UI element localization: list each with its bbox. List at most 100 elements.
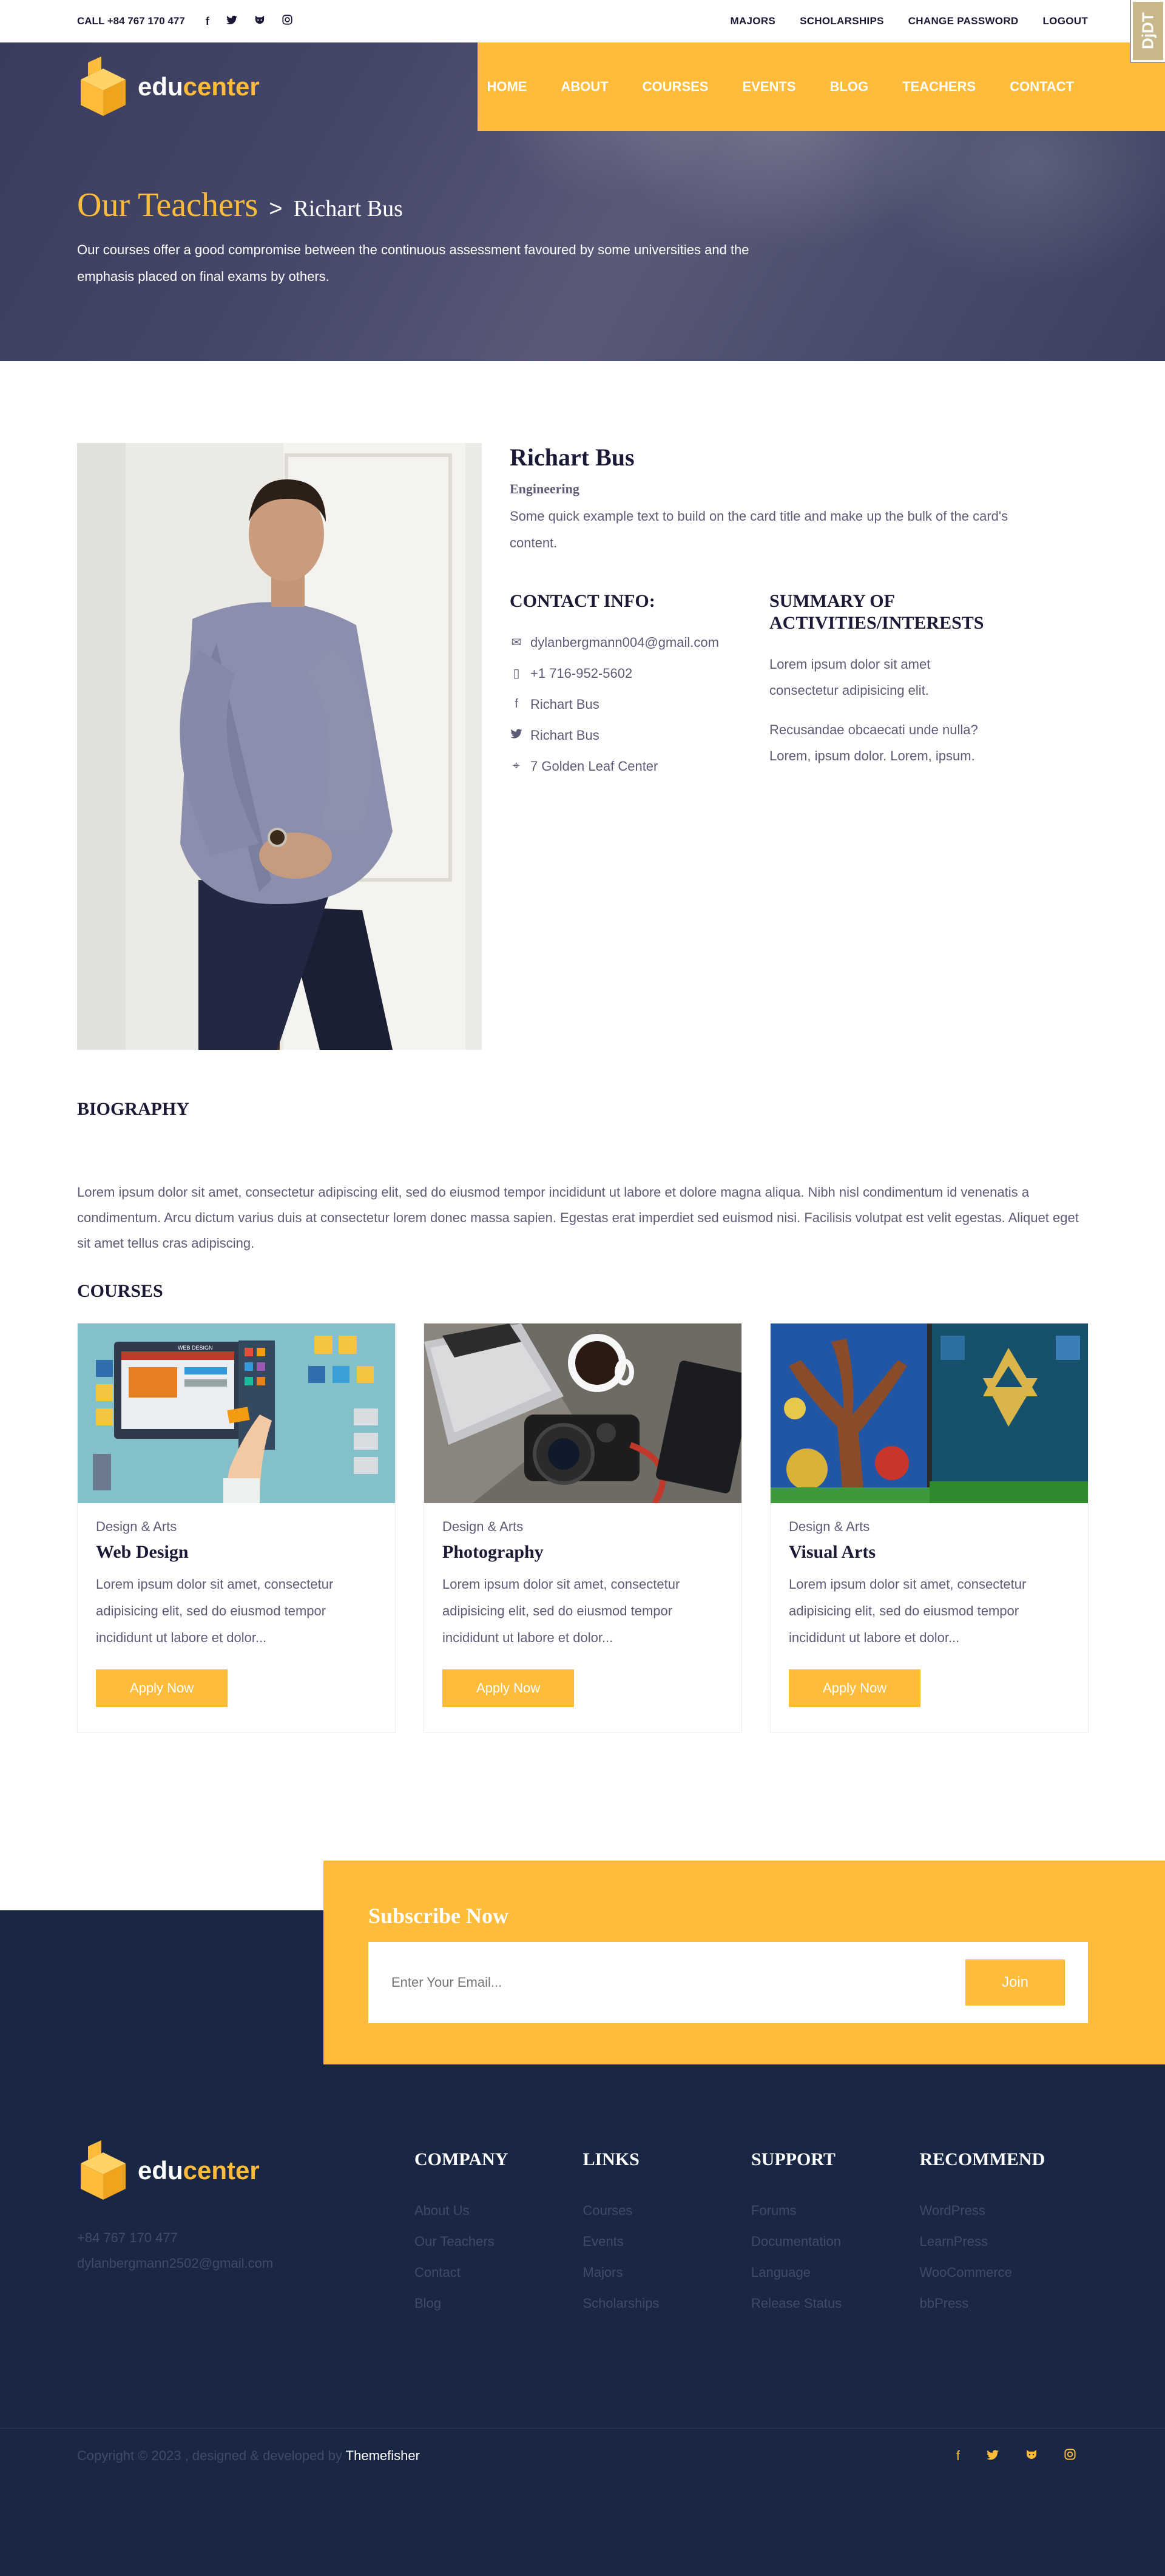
logo-text: educenter	[138, 72, 260, 101]
footer-link-courses[interactable]: Courses	[582, 2203, 751, 2234]
footer-link-scholarships[interactable]: Scholarships	[582, 2296, 751, 2327]
footer-contact: +84 767 170 477 dylanbergmann2502@gmail.…	[77, 2225, 414, 2276]
nav-blog[interactable]: BLOG	[830, 79, 869, 95]
footer-col-heading: SUPPORT	[751, 2149, 836, 2169]
footer-link-our-teachers[interactable]: Our Teachers	[414, 2234, 583, 2265]
footer-link-learnpress[interactable]: LearnPress	[919, 2234, 1088, 2265]
contact-phone[interactable]: ▯ +1 716-952-5602	[510, 658, 769, 689]
hero-description: Our courses offer a good compromise betw…	[77, 242, 749, 284]
facebook-icon[interactable]: f	[206, 15, 209, 28]
course-title[interactable]: Photography	[442, 1542, 723, 1563]
footer-link-contact[interactable]: Contact	[414, 2265, 583, 2296]
email-icon: ✉	[511, 636, 522, 649]
footer-col-heading: RECOMMEND	[919, 2149, 1045, 2169]
logo-text-center: center	[183, 2156, 260, 2185]
course-description: Lorem ipsum dolor sit amet, consectetur …	[96, 1577, 334, 1645]
summary-paragraph-1: Lorem ipsum dolor sit amet consectetur a…	[769, 657, 931, 698]
teacher-photo	[77, 443, 482, 1050]
footer-col-heading: COMPANY	[414, 2149, 508, 2169]
course-thumbnail-photography[interactable]	[424, 1323, 741, 1503]
apply-now-button[interactable]: Apply Now	[789, 1669, 921, 1707]
site-footer: educenter +84 767 170 477 dylanbergmann2…	[0, 2064, 1165, 2576]
instagram-icon[interactable]	[282, 15, 292, 28]
footer-col-recommend: RECOMMEND WordPress LearnPress WooCommer…	[919, 2140, 1088, 2327]
course-card-body: Design & Arts Web Design Lorem ipsum dol…	[78, 1503, 395, 1723]
github-icon[interactable]	[254, 15, 265, 28]
web-design-screen-label: WEB DESIGN	[178, 1345, 213, 1351]
contact-facebook-text: Richart Bus	[530, 696, 599, 712]
email-input[interactable]	[391, 1975, 937, 1990]
subscribe-section: Subscribe Now Join	[0, 1861, 1165, 2064]
footer-link-events[interactable]: Events	[582, 2234, 751, 2265]
course-description: Lorem ipsum dolor sit amet, consectetur …	[789, 1577, 1027, 1645]
nav-home[interactable]: HOME	[487, 79, 527, 95]
contact-address-text: 7 Golden Leaf Center	[530, 758, 658, 774]
course-card-body: Design & Arts Photography Lorem ipsum do…	[424, 1503, 741, 1723]
nav-teachers[interactable]: TEACHERS	[902, 79, 976, 95]
contact-twitter-text: Richart Bus	[530, 727, 599, 743]
contact-twitter[interactable]: Richart Bus	[510, 720, 769, 751]
footer-link-bbpress[interactable]: bbPress	[919, 2296, 1088, 2327]
logo-text-center: center	[183, 72, 260, 101]
top-link-majors[interactable]: MAJORS	[731, 15, 776, 27]
facebook-icon: f	[515, 697, 518, 711]
course-description: Lorem ipsum dolor sit amet, consectetur …	[442, 1577, 680, 1645]
footer-link-language[interactable]: Language	[751, 2265, 920, 2296]
twitter-icon[interactable]	[226, 15, 237, 28]
course-title[interactable]: Visual Arts	[789, 1542, 1070, 1563]
teacher-profile: Richart Bus Engineering Some quick examp…	[0, 361, 1165, 1050]
github-icon[interactable]	[1025, 2448, 1038, 2464]
site-logo[interactable]: educenter	[0, 42, 478, 131]
nav-courses[interactable]: COURSES	[643, 79, 709, 95]
footer-link-documentation[interactable]: Documentation	[751, 2234, 920, 2265]
debug-toolbar-handle[interactable]: DjDT	[1131, 0, 1165, 62]
top-bar: CALL +84 767 170 477 f MAJORS SCHOLARSHI…	[0, 0, 1165, 62]
credit-link[interactable]: Themefisher	[346, 2448, 420, 2463]
location-icon: ⌖	[513, 759, 520, 772]
top-link-scholarships[interactable]: SCHOLARSHIPS	[800, 15, 884, 27]
footer-logo[interactable]: educenter	[77, 2140, 414, 2201]
logo-text: educenter	[138, 2156, 260, 2185]
footer-link-woocommerce[interactable]: WooCommerce	[919, 2265, 1088, 2296]
course-thumbnail-web-design[interactable]: WEB DESIGN	[78, 1323, 395, 1503]
join-button[interactable]: Join	[965, 1959, 1065, 2006]
biography-text: Lorem ipsum dolor sit amet, consectetur …	[77, 1185, 1079, 1251]
apply-now-button[interactable]: Apply Now	[442, 1669, 575, 1707]
course-card-body: Design & Arts Visual Arts Lorem ipsum do…	[771, 1503, 1088, 1723]
main-nav: HOME ABOUT COURSES EVENTS BLOG TEACHERS …	[478, 42, 1165, 131]
apply-now-button[interactable]: Apply Now	[96, 1669, 228, 1707]
footer-email: dylanbergmann2502@gmail.com	[77, 2256, 274, 2271]
summary-of-activities: SUMMARY OF ACTIVITIES/INTERESTS Lorem ip…	[769, 590, 1012, 782]
main-header: educenter HOME ABOUT COURSES EVENTS BLOG…	[0, 42, 1165, 131]
footer-link-forums[interactable]: Forums	[751, 2203, 920, 2234]
footer-link-majors[interactable]: Majors	[582, 2265, 751, 2296]
instagram-icon[interactable]	[1064, 2448, 1076, 2464]
footer-link-release-status[interactable]: Release Status	[751, 2296, 920, 2327]
footer-link-blog[interactable]: Blog	[414, 2296, 583, 2327]
top-link-change-password[interactable]: CHANGE PASSWORD	[908, 15, 1019, 27]
footer-phone: +84 767 170 477	[77, 2230, 178, 2245]
twitter-icon[interactable]	[987, 2448, 999, 2464]
contact-email[interactable]: ✉ dylanbergmann004@gmail.com	[510, 627, 769, 658]
footer-link-wordpress[interactable]: WordPress	[919, 2203, 1088, 2234]
nav-contact[interactable]: CONTACT	[1010, 79, 1074, 95]
teacher-name: Richart Bus	[510, 444, 635, 471]
copyright: Copyright © 2023 , designed & developed …	[77, 2448, 420, 2464]
logo-text-edu: edu	[138, 72, 183, 101]
twitter-icon	[510, 728, 523, 742]
course-thumbnail-visual-arts[interactable]	[771, 1323, 1088, 1503]
courses-heading: COURSES	[77, 1281, 163, 1301]
footer-link-about-us[interactable]: About Us	[414, 2203, 583, 2234]
top-link-logout[interactable]: LOGOUT	[1042, 15, 1088, 27]
contact-info: CONTACT INFO: ✉ dylanbergmann004@gmail.co…	[510, 590, 769, 782]
breadcrumb-our-teachers[interactable]: Our Teachers	[77, 186, 258, 225]
teacher-intro: Some quick example text to build on the …	[510, 509, 1008, 550]
facebook-icon[interactable]: f	[956, 2448, 960, 2464]
teacher-department: Engineering	[510, 481, 579, 496]
contact-facebook[interactable]: f Richart Bus	[510, 689, 769, 720]
course-title[interactable]: Web Design	[96, 1542, 377, 1563]
footer-social-links: f	[956, 2448, 1076, 2464]
nav-events[interactable]: EVENTS	[742, 79, 795, 95]
breadcrumb-current: Richart Bus	[293, 196, 403, 221]
nav-about[interactable]: ABOUT	[561, 79, 608, 95]
